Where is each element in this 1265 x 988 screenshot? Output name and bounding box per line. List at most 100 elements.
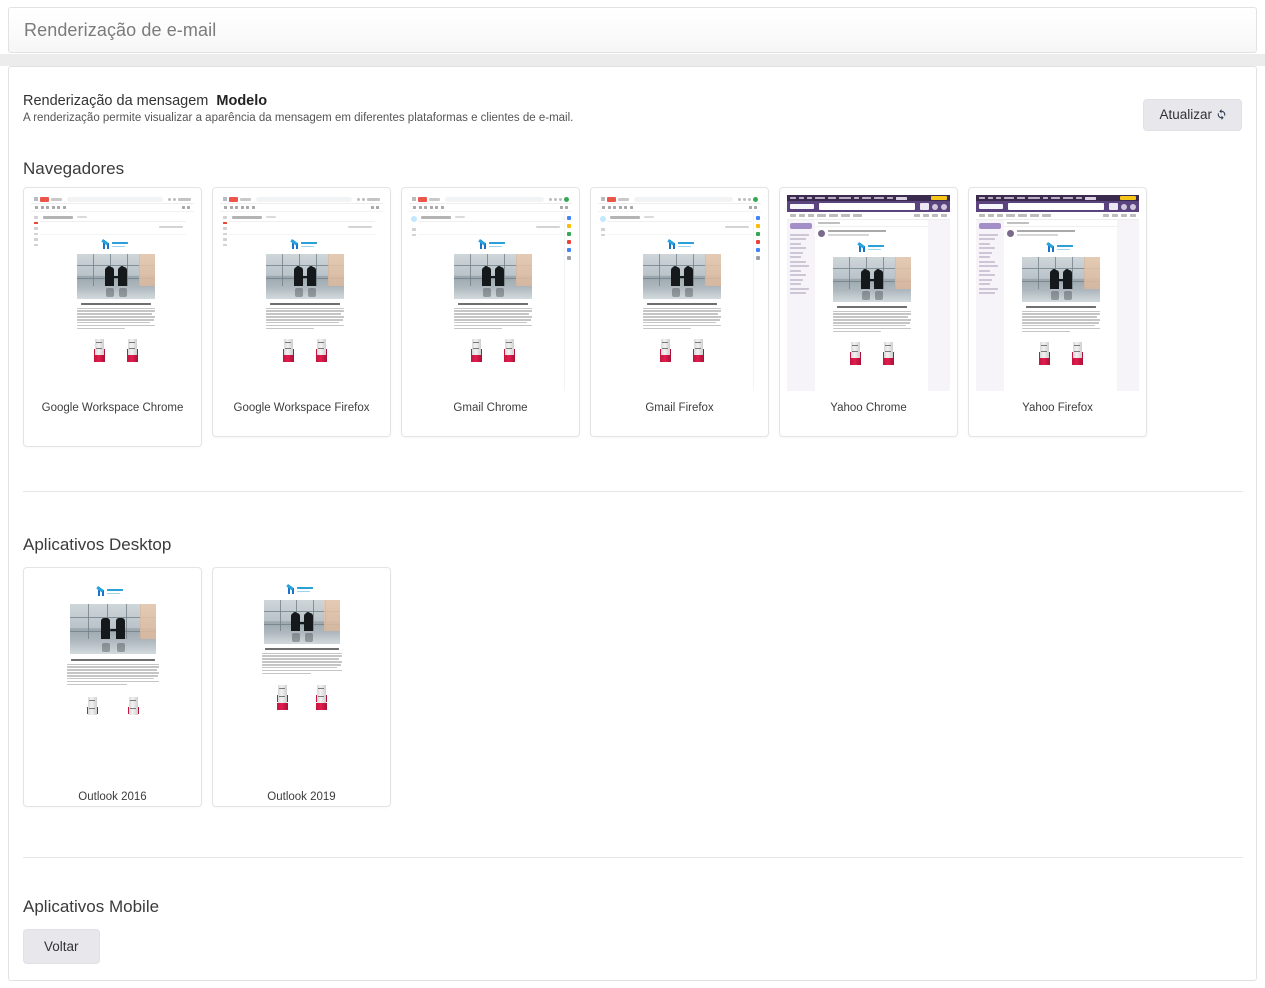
wine-bottles-grid [659,337,704,363]
main-content-card: Renderização da mensagem Modelo A renderi… [8,66,1257,981]
handshake-photo [832,257,911,302]
section-title-browsers: Navegadores [23,159,125,178]
section-divider [23,857,1243,858]
yahoo-wordmark-icon [896,196,907,200]
gmail-logo-icon [607,196,616,202]
menu-icon [601,197,605,201]
avatar [1007,230,1014,237]
yahoo-right-pane [928,220,950,391]
thumbnail-yahoo-chrome [787,195,950,391]
gmail-logo-icon [418,196,427,202]
yahoo-wordmark-icon [1085,196,1096,200]
preview-card-label: Gmail Chrome [453,402,528,414]
brand-logo-icon [478,239,506,250]
yahoo-promo-badge [931,196,947,200]
back-button[interactable]: Voltar [23,929,100,964]
search-bar-mock [634,196,733,202]
yahoo-right-pane [1117,220,1139,391]
handshake-photo [453,254,532,299]
wine-bottles-grid [1038,340,1083,366]
compose-button-mock [979,223,1001,229]
thumbnail-google-workspace-firefox [220,195,383,391]
yahoo-mail-logo-icon [979,204,1003,209]
refresh-icon [1215,108,1228,121]
handshake-photo [1021,257,1100,302]
thumbnail-gmail-firefox [598,195,761,391]
intro-heading-text: Renderização da mensagem [23,93,209,109]
preview-card-yahoo-chrome[interactable]: Yahoo Chrome [779,187,958,437]
search-bar-mock [445,196,544,202]
yahoo-toolbar [787,212,950,220]
avatar [818,230,825,237]
preview-card-outlook-2019[interactable]: Outlook 2019 [212,567,391,807]
yahoo-message-pane [1004,220,1117,391]
wine-bottles-grid [849,340,894,366]
thumbnail-outlook-2016 [31,576,194,776]
gmail-logo-icon [40,196,49,202]
yahoo-toolbar [976,212,1139,220]
menu-icon [34,197,38,201]
thumbnail-gmail-chrome [409,195,572,391]
preview-card-label: Google Workspace Chrome [41,402,184,414]
refresh-button-label: Atualizar [1159,107,1212,122]
window-title-bar: Renderização de e-mail [8,7,1257,53]
menu-icon [412,197,416,201]
preview-card-label: Google Workspace Firefox [233,402,370,414]
preview-card-google-workspace-firefox[interactable]: Google Workspace Firefox [212,187,391,437]
yahoo-search-input-mock [819,203,915,210]
thumbnail-outlook-2019 [220,576,383,776]
brand-logo-icon [1046,242,1074,253]
intro-description: A renderização permite visualizar a apar… [23,112,574,124]
avatar [1121,203,1127,210]
gmail-logo-icon [229,196,238,202]
preview-card-outlook-2016[interactable]: Outlook 2016 [23,567,202,807]
brand-logo-icon [101,239,129,250]
preview-card-google-workspace-chrome[interactable]: Google Workspace Chrome [23,187,202,447]
yahoo-header-bar [976,201,1139,212]
yahoo-mail-logo-icon [790,204,814,209]
handshake-photo [642,254,721,299]
search-icon [920,203,929,210]
section-divider [23,491,1243,492]
brand-logo-icon [857,242,885,253]
intro-block: Renderização da mensagem Modelo A renderi… [23,93,1023,124]
avatar [1130,203,1136,210]
browser-card-row: Google Workspace Chrome Google Workspace… [23,187,1147,447]
thumbnail-google-workspace-chrome [31,195,194,391]
yahoo-message-pane [815,220,928,391]
preview-card-gmail-chrome[interactable]: Gmail Chrome [401,187,580,437]
refresh-button[interactable]: Atualizar [1143,99,1242,131]
compose-button-mock [790,223,812,229]
preview-card-label: Gmail Firefox [645,402,714,414]
handshake-photo [265,254,344,299]
brand-logo-icon [286,584,316,596]
preview-card-label: Outlook 2016 [78,791,147,803]
brand-logo-icon [290,239,318,250]
preview-card-label: Yahoo Firefox [1022,402,1093,414]
avatar [932,203,938,210]
section-title-mobile: Aplicativos Mobile [23,897,160,916]
search-bar-mock [256,196,352,202]
handshake-photo [76,254,155,299]
compose-button-mock [599,216,606,222]
email-rendering-page: Renderização de e-mail Renderização da m… [0,0,1265,988]
menu-icon [223,197,227,201]
handshake-photo [263,600,340,644]
yahoo-sidebar [976,220,1004,391]
background-strip [0,54,1265,66]
preview-card-yahoo-firefox[interactable]: Yahoo Firefox [968,187,1147,437]
handshake-photo [69,604,156,654]
compose-button-mock [410,216,417,222]
wine-bottles-grid [93,337,138,363]
yahoo-sidebar [787,220,815,391]
search-bar-mock [67,196,163,202]
desktop-card-row: Outlook 2016 Outlook 2019 [23,567,391,807]
yahoo-promo-badge [1120,196,1136,200]
section-title-desktop: Aplicativos Desktop [23,535,172,554]
preview-card-gmail-firefox[interactable]: Gmail Firefox [590,187,769,437]
wine-bottles-grid [86,695,139,716]
avatar [941,203,947,210]
wine-bottles-grid [276,683,327,711]
search-icon [1109,203,1118,210]
yahoo-header-bar [787,201,950,212]
